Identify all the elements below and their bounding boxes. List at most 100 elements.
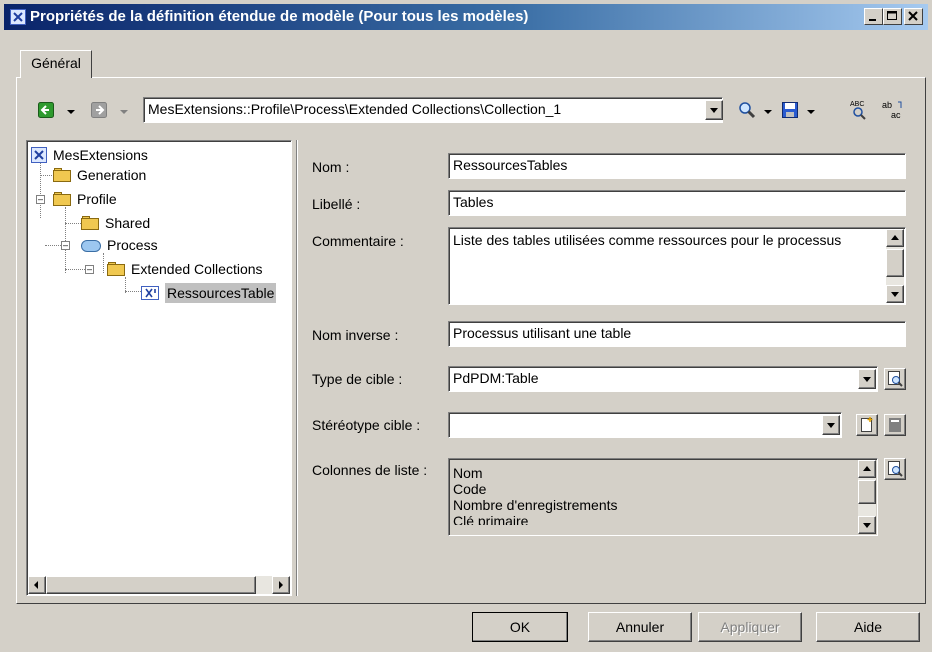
cancel-button[interactable]: Annuler	[588, 612, 692, 642]
tree-connector	[40, 175, 52, 176]
scroll-up-button[interactable]	[858, 460, 876, 478]
forward-arrow-icon	[91, 102, 107, 118]
apply-button: Appliquer	[698, 612, 802, 642]
close-icon	[908, 11, 918, 21]
left-arrow-icon	[34, 581, 38, 589]
scroll-down-button[interactable]	[886, 285, 904, 303]
spellcheck-icon[interactable]: ABC	[848, 98, 870, 120]
object-tree[interactable]: MesExtensions Generation – Profile Share…	[26, 140, 292, 596]
commentaire-value: Liste des tables utilisées comme ressour…	[453, 232, 842, 248]
nom-value: RessourcesTables	[453, 157, 568, 173]
tree-item-label: Profile	[77, 191, 117, 207]
type-cible-properties-button[interactable]	[884, 368, 906, 390]
type-cible-combo[interactable]: PdPDM:Table	[448, 366, 878, 392]
collapse-icon[interactable]: –	[61, 241, 70, 250]
scroll-thumb[interactable]	[886, 249, 904, 277]
collapse-icon[interactable]: –	[36, 195, 45, 204]
create-stereotype-button[interactable]	[856, 414, 878, 436]
folder-icon	[53, 192, 71, 206]
back-dropdown-icon[interactable]	[67, 110, 75, 114]
up-arrow-icon	[863, 466, 871, 471]
scroll-right-button[interactable]	[272, 576, 290, 594]
scroll-down-button[interactable]	[858, 516, 876, 534]
svg-text:ab: ab	[882, 100, 892, 110]
nom-label: Nom :	[312, 159, 350, 175]
tree-connector	[40, 163, 41, 218]
extended-collection-icon	[141, 286, 159, 300]
ok-button[interactable]: OK	[472, 612, 568, 642]
back-arrow-icon[interactable]	[38, 102, 54, 118]
type-cible-dropdown-button[interactable]	[858, 369, 876, 389]
down-arrow-icon	[891, 292, 899, 297]
path-dropdown-button[interactable]	[705, 100, 723, 120]
maximize-button[interactable]	[883, 8, 902, 25]
libelle-label: Libellé :	[312, 196, 361, 212]
properties-disabled-icon	[889, 418, 901, 432]
collapse-icon[interactable]: –	[85, 265, 94, 274]
object-path-combo[interactable]: MesExtensions::Profile\Process\Extended …	[143, 97, 723, 123]
list-item: Clé primaire	[453, 513, 529, 525]
save-icon[interactable]	[782, 102, 798, 118]
type-cible-label: Type de cible :	[312, 371, 403, 387]
list-item: Nombre d'enregistrements	[453, 497, 618, 513]
maximize-icon	[887, 11, 897, 20]
find-icon[interactable]	[738, 101, 756, 119]
folder-icon	[107, 262, 125, 276]
stereotype-combo[interactable]	[448, 412, 842, 438]
tree-item-label: RessourcesTable	[165, 283, 277, 303]
nom-inverse-field[interactable]: Processus utilisant une table	[448, 321, 906, 347]
tree-item-label: Generation	[77, 167, 147, 183]
nom-field[interactable]: RessourcesTables	[448, 153, 906, 179]
libelle-field[interactable]: Tables	[448, 190, 906, 216]
scroll-left-button[interactable]	[28, 576, 46, 594]
folder-icon	[81, 216, 99, 230]
tab-general[interactable]: Général	[20, 50, 92, 78]
object-path-text: MesExtensions::Profile\Process\Extended …	[148, 101, 562, 117]
stereotype-label: Stéréotype cible :	[312, 417, 421, 433]
minimize-button[interactable]	[864, 8, 883, 25]
commentaire-scrollbar[interactable]	[886, 229, 904, 303]
tree-horizontal-scrollbar[interactable]	[28, 576, 290, 594]
panel-divider	[296, 140, 298, 596]
title-bar[interactable]: Propriétés de la définition étendue de m…	[4, 4, 928, 30]
stereotype-dropdown-button[interactable]	[822, 415, 840, 435]
svg-text:ABC: ABC	[850, 101, 864, 108]
type-cible-value: PdPDM:Table	[453, 370, 539, 386]
nom-inverse-label: Nom inverse :	[312, 327, 399, 343]
tree-item-label: MesExtensions	[53, 147, 148, 163]
properties-dialog: Propriétés de la définition étendue de m…	[0, 0, 932, 652]
new-object-icon	[861, 417, 873, 432]
window-title: Propriétés de la définition étendue de m…	[30, 8, 529, 25]
nom-inverse-value: Processus utilisant une table	[453, 325, 632, 341]
scroll-thumb[interactable]	[46, 576, 256, 594]
tree-item-label: Shared	[105, 215, 151, 231]
libelle-value: Tables	[453, 194, 494, 210]
text-format-icon[interactable]: ab ac	[880, 98, 904, 122]
folder-icon	[53, 168, 71, 182]
save-dropdown-icon[interactable]	[807, 110, 815, 114]
properties-icon	[888, 461, 903, 477]
colonnes-list[interactable]: Nom Code Nombre d'enregistrements Clé pr…	[448, 458, 878, 536]
extension-icon	[10, 9, 26, 25]
commentaire-textarea[interactable]: Liste des tables utilisées comme ressour…	[448, 227, 906, 305]
tree-connector	[103, 253, 104, 273]
close-button[interactable]	[904, 8, 923, 25]
commentaire-label: Commentaire :	[312, 233, 404, 249]
up-arrow-icon	[891, 235, 899, 240]
minimize-icon	[869, 19, 876, 21]
scroll-thumb[interactable]	[858, 480, 876, 504]
tree-item-label: Extended Collections	[131, 261, 263, 277]
tree-connector	[65, 223, 81, 224]
tree-connector	[125, 291, 141, 292]
tree-item-label: Process	[107, 237, 158, 253]
stereotype-properties-button	[884, 414, 906, 436]
properties-icon	[888, 371, 903, 387]
find-dropdown-icon[interactable]	[764, 110, 772, 114]
svg-text:ac: ac	[891, 110, 901, 120]
scroll-up-button[interactable]	[886, 229, 904, 247]
process-icon	[81, 240, 101, 252]
help-button[interactable]: Aide	[816, 612, 920, 642]
extension-icon	[31, 147, 47, 163]
colonnes-scrollbar[interactable]	[858, 460, 876, 534]
colonnes-properties-button[interactable]	[884, 458, 906, 480]
